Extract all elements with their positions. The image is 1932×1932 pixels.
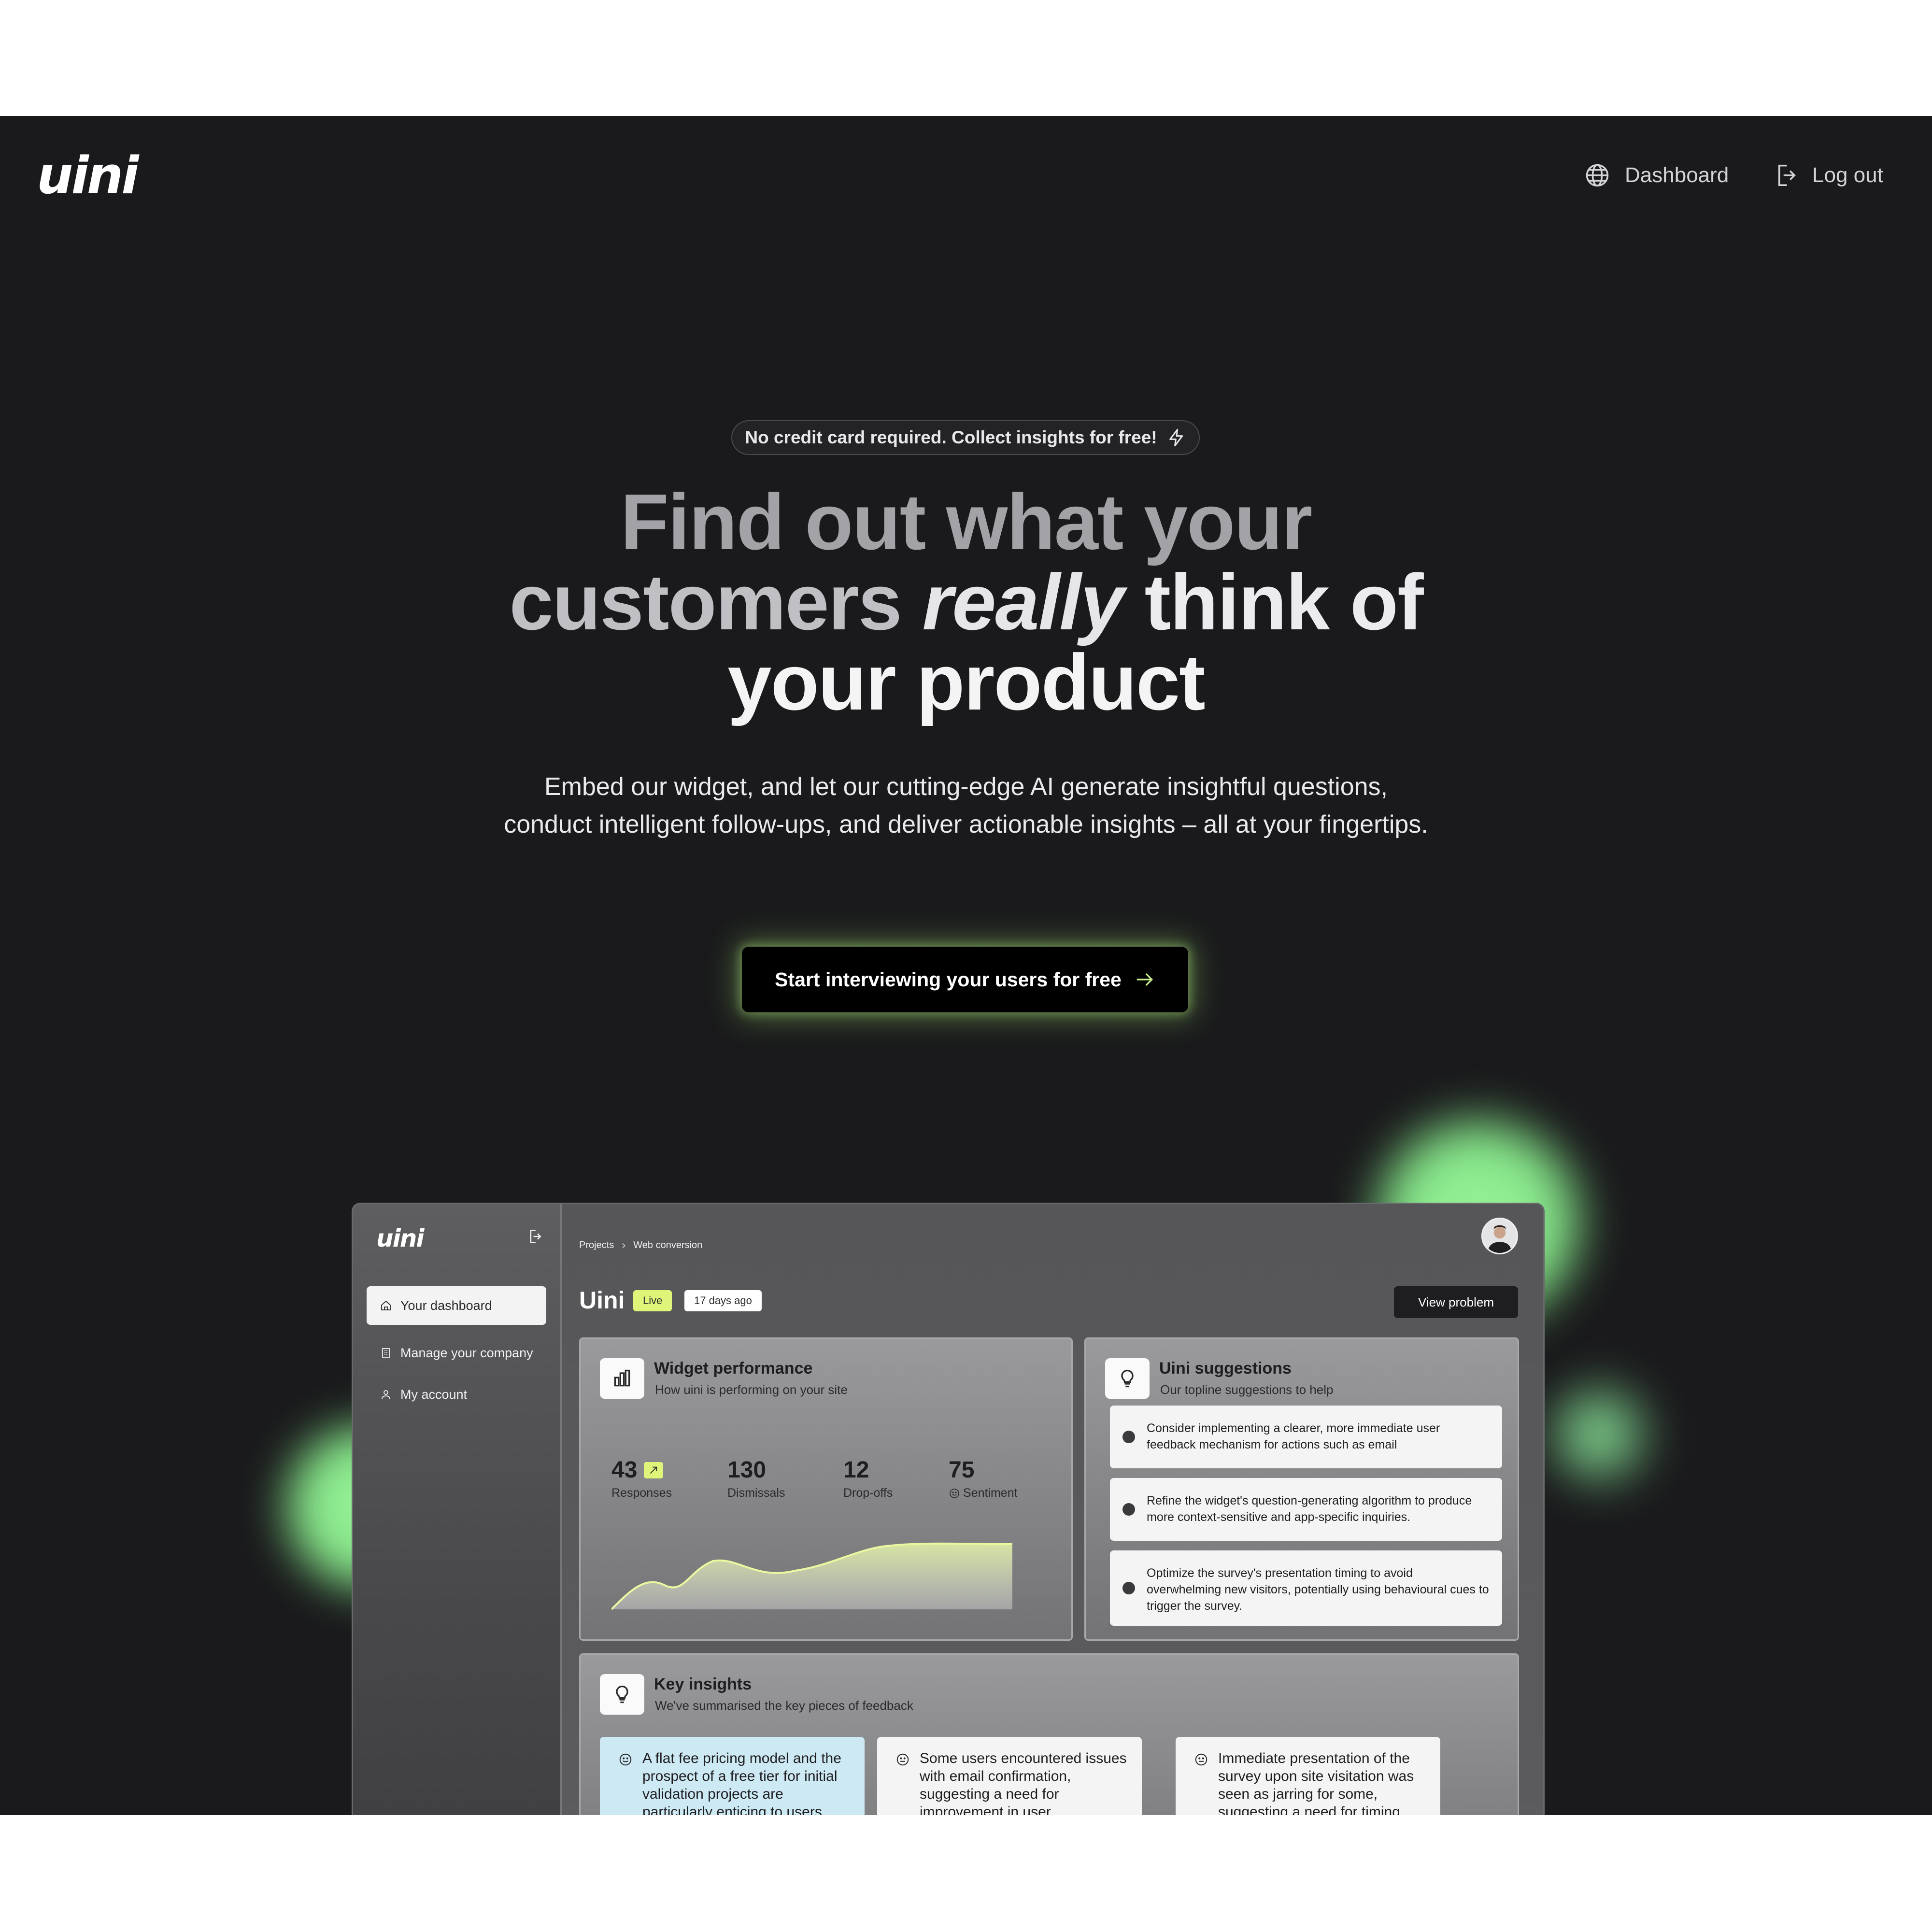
card-title: Uini suggestions bbox=[1159, 1359, 1292, 1378]
cta-label: Start interviewing your users for free bbox=[775, 968, 1122, 991]
headline-line-2: customers really think of bbox=[386, 562, 1546, 642]
logout-icon bbox=[1778, 164, 1796, 186]
avatar bbox=[1481, 1218, 1518, 1254]
hero-subtext: Embed our widget, and let our cutting-ed… bbox=[504, 773, 1428, 838]
project-title: Uini bbox=[579, 1287, 625, 1314]
stat-value: 12 bbox=[843, 1457, 869, 1483]
headline-line-3: your product bbox=[727, 638, 1205, 726]
sidebar-item-account: My account bbox=[367, 1375, 546, 1414]
insight-item: Immediate presentation of the survey upo… bbox=[1176, 1737, 1440, 1815]
suggestion-item: Optimize the survey's presentation timin… bbox=[1110, 1550, 1502, 1626]
promo-pill: No credit card required. Collect insight… bbox=[731, 420, 1200, 455]
sparkline-chart bbox=[611, 1542, 1012, 1610]
headline-line-2-start: customers bbox=[509, 558, 923, 646]
nav-dashboard-label: Dashboard bbox=[1625, 163, 1729, 187]
nav-logout-label: Log out bbox=[1812, 163, 1883, 187]
headline-line-1: Find out what your bbox=[620, 478, 1313, 566]
card-icon-box bbox=[1105, 1358, 1150, 1399]
app-main: Projects Web conversion Uini Live 17 day… bbox=[562, 1204, 1543, 1815]
neutral-face-icon bbox=[1195, 1753, 1208, 1766]
chevron-right-icon bbox=[622, 1243, 625, 1248]
card-title: Widget performance bbox=[654, 1359, 813, 1378]
promo-text: No credit card required. Collect insight… bbox=[745, 427, 1157, 447]
hero-headline: Find out what your customers really thin… bbox=[386, 482, 1546, 723]
stat-responses: 43 Responses bbox=[611, 1457, 672, 1500]
card-icon-box bbox=[600, 1358, 644, 1399]
app-logo: uini bbox=[376, 1224, 424, 1252]
stat-label: Responses bbox=[611, 1486, 672, 1500]
sidebar-item-label: Your dashboard bbox=[400, 1298, 492, 1313]
suggestion-text: Consider implementing a clearer, more im… bbox=[1147, 1421, 1440, 1451]
card-subtitle: How uini is performing on your site bbox=[655, 1382, 848, 1397]
logout-icon bbox=[530, 1229, 541, 1244]
breadcrumb-item: Web conversion bbox=[633, 1240, 703, 1250]
nav-dashboard-link[interactable]: Dashboard bbox=[1584, 162, 1729, 188]
headline-emphasis: really bbox=[922, 558, 1124, 646]
card-subtitle: We've summarised the key pieces of feedb… bbox=[655, 1698, 913, 1713]
app-preview-screenshot: uini Your dashboard Manage your company … bbox=[352, 1203, 1545, 1815]
bullet-icon bbox=[1122, 1431, 1135, 1443]
widget-performance-card: Widget performance How uini is performin… bbox=[579, 1337, 1073, 1641]
smiley-icon bbox=[619, 1753, 632, 1766]
landing-page: uini Dashboard Log out No credit card re… bbox=[0, 116, 1932, 1815]
stat-dismissals: 130 Dismissals bbox=[727, 1457, 785, 1500]
stat-label: Drop-offs bbox=[843, 1486, 893, 1500]
sidebar-item-label: Manage your company bbox=[400, 1345, 533, 1360]
green-glow-decoration bbox=[1531, 1367, 1666, 1502]
sidebar-item-label: My account bbox=[400, 1387, 468, 1402]
card-subtitle: Our topline suggestions to help bbox=[1160, 1382, 1334, 1397]
nav-logout-link[interactable]: Log out bbox=[1772, 162, 1883, 188]
start-interviewing-button[interactable]: Start interviewing your users for free bbox=[742, 947, 1188, 1012]
globe-icon bbox=[1586, 164, 1609, 187]
uini-suggestions-card: Uini suggestions Our topline suggestions… bbox=[1084, 1337, 1519, 1641]
home-icon bbox=[381, 1300, 391, 1310]
headline-line-2-end: think of bbox=[1123, 558, 1424, 646]
stat-value: 75 bbox=[949, 1457, 975, 1483]
suggestion-text: Refine the widget's question-generating … bbox=[1147, 1494, 1472, 1524]
insight-text: Immediate presentation of the survey upo… bbox=[1218, 1750, 1414, 1815]
stat-label-row: Sentiment bbox=[949, 1486, 1018, 1500]
stat-sentiment: 75 Sentiment bbox=[949, 1457, 1018, 1500]
neutral-face-icon bbox=[896, 1753, 909, 1766]
insight-text: Some users encountered issues with email… bbox=[920, 1750, 1127, 1815]
age-badge: 17 days ago bbox=[684, 1290, 762, 1311]
building-icon bbox=[382, 1348, 390, 1358]
avatar-person-icon bbox=[1483, 1219, 1517, 1253]
breadcrumb: Projects Web conversion bbox=[579, 1240, 702, 1251]
user-icon bbox=[382, 1390, 390, 1399]
uini-logo[interactable]: uini bbox=[37, 146, 139, 205]
app-sidebar: uini Your dashboard Manage your company … bbox=[353, 1204, 562, 1815]
bullet-icon bbox=[1122, 1503, 1135, 1516]
lightbulb-icon bbox=[616, 1685, 628, 1704]
sidebar-item-company: Manage your company bbox=[367, 1334, 546, 1372]
stat-label: Sentiment bbox=[963, 1486, 1018, 1500]
trend-up-icon bbox=[650, 1466, 657, 1474]
stat-value: 43 bbox=[611, 1457, 638, 1483]
insight-text: A flat fee pricing model and the prospec… bbox=[642, 1750, 841, 1815]
stat-label: Dismissals bbox=[727, 1486, 785, 1500]
insight-item: Some users encountered issues with email… bbox=[877, 1737, 1142, 1815]
stat-dropoffs: 12 Drop-offs bbox=[843, 1457, 893, 1500]
card-title: Key insights bbox=[654, 1675, 752, 1693]
bullet-icon bbox=[1122, 1582, 1135, 1594]
lightbulb-icon bbox=[1121, 1369, 1134, 1388]
lightning-icon bbox=[1169, 428, 1183, 447]
view-problem-button: View problem bbox=[1393, 1286, 1518, 1318]
smiley-icon bbox=[950, 1488, 959, 1498]
suggestion-item: Refine the widget's question-generating … bbox=[1110, 1478, 1502, 1541]
arrow-right-icon bbox=[1136, 973, 1153, 986]
bar-chart-icon bbox=[614, 1369, 630, 1387]
suggestion-item: Consider implementing a clearer, more im… bbox=[1110, 1406, 1502, 1468]
breadcrumb-item: Projects bbox=[579, 1240, 614, 1250]
status-badge: Live bbox=[633, 1290, 672, 1311]
sparkline-area bbox=[611, 1543, 1012, 1609]
key-insights-card: Key insights We've summarised the key pi… bbox=[579, 1653, 1519, 1815]
insight-item: A flat fee pricing model and the prospec… bbox=[600, 1737, 865, 1815]
stat-value: 130 bbox=[727, 1457, 767, 1483]
trend-up-chip bbox=[644, 1462, 664, 1478]
suggestion-text: Optimize the survey's presentation timin… bbox=[1147, 1566, 1489, 1613]
sidebar-item-dashboard: Your dashboard bbox=[367, 1286, 546, 1325]
card-icon-box bbox=[600, 1674, 644, 1715]
